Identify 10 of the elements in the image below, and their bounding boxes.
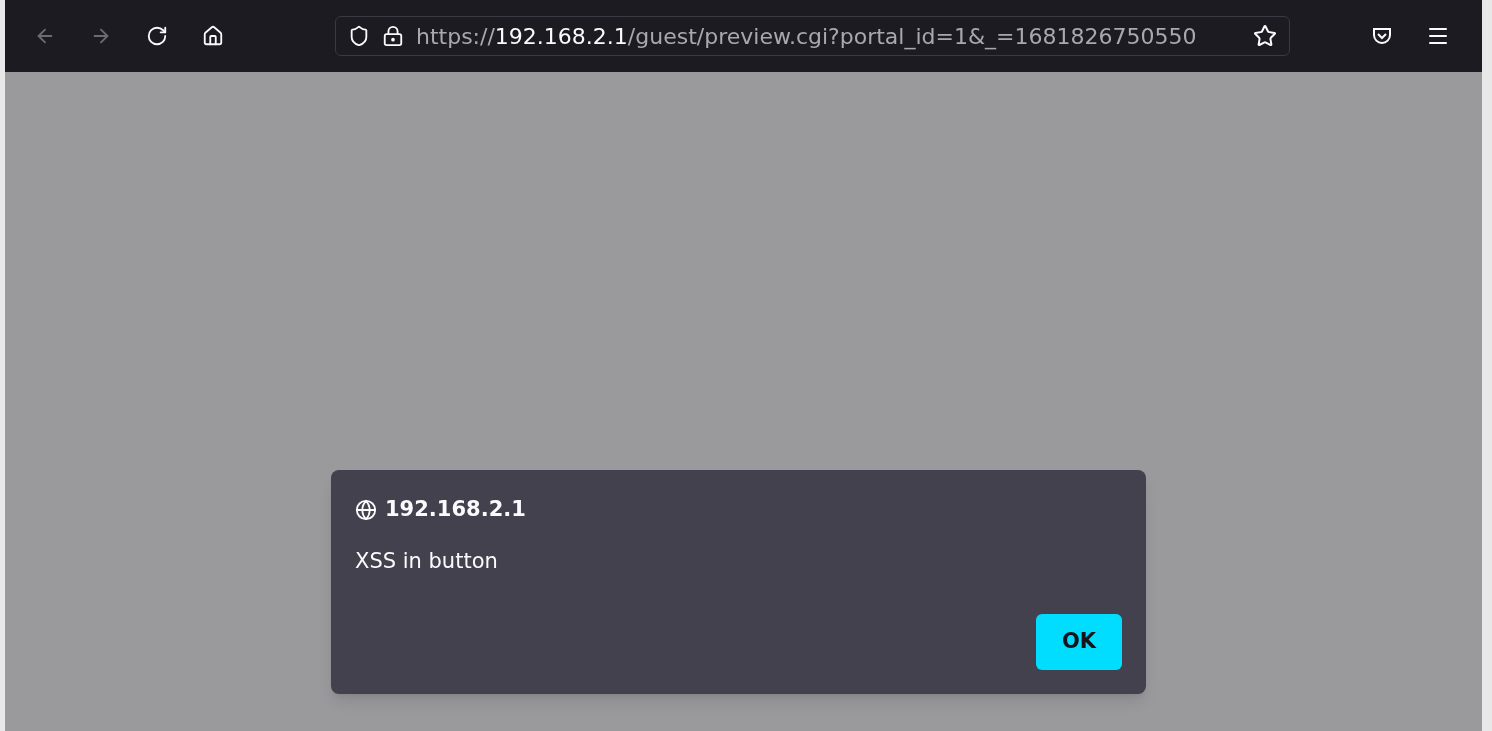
dialog-title: 192.168.2.1	[385, 496, 526, 523]
dialog-message: XSS in button	[355, 547, 499, 575]
address-bar[interactable]: https://192.168.2.1/guest/preview.cgi?portal_id=1&_=1681826750550	[335, 16, 1290, 56]
shield-icon	[348, 25, 370, 47]
ok-button[interactable]: OK	[1036, 614, 1122, 670]
star-icon[interactable]	[1253, 24, 1277, 48]
url-text: https://192.168.2.1/guest/preview.cgi?portal_id=1&_=1681826750550	[416, 22, 1197, 52]
reload-icon	[146, 25, 168, 47]
home-icon	[202, 25, 224, 47]
globe-icon	[355, 498, 377, 521]
